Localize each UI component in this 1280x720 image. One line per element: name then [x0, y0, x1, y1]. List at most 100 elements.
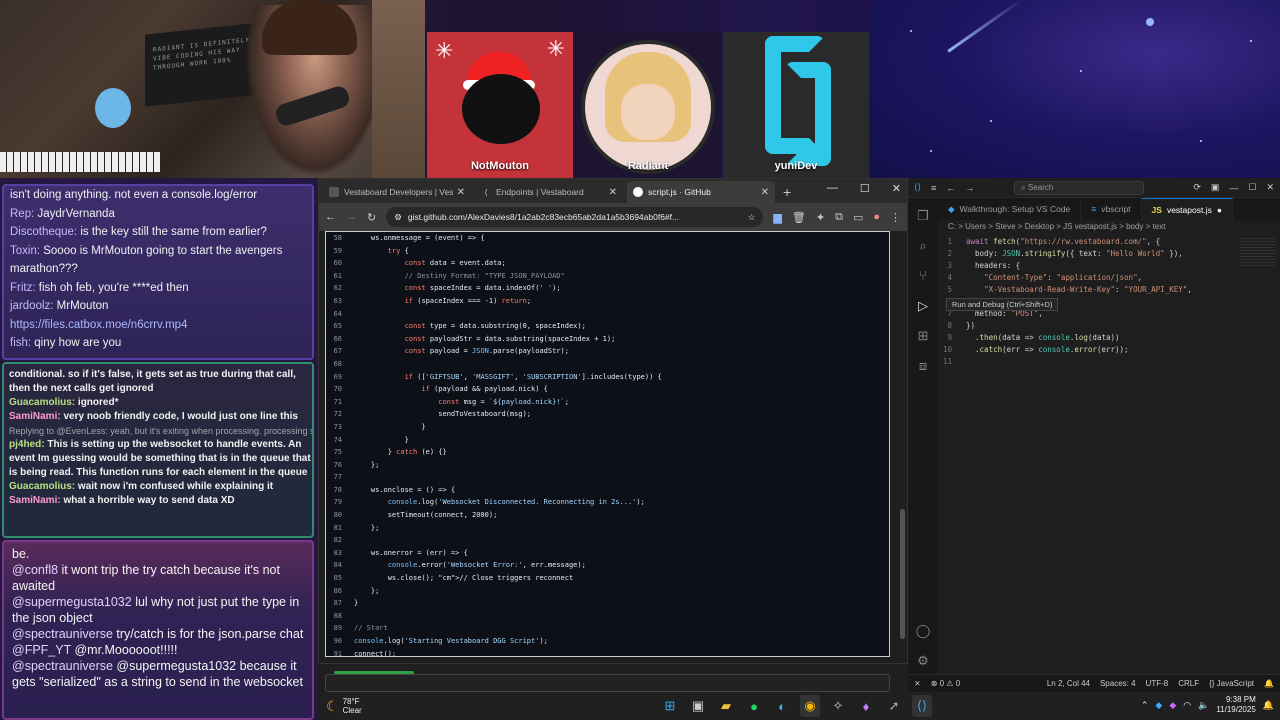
extension-icon[interactable]: ▆ — [773, 211, 781, 224]
edge-icon[interactable]: ◐ — [772, 695, 792, 717]
code-text: }; — [354, 586, 380, 595]
copilot-icon[interactable]: ⟳ — [1193, 182, 1201, 193]
language-mode[interactable]: {} JavaScript — [1209, 679, 1254, 688]
new-tab-button[interactable]: + — [783, 184, 791, 200]
chat-username: SamiNami: — [9, 495, 61, 506]
code-line: 58 ws.onmessage = (event) => { — [326, 232, 889, 245]
command-search[interactable]: ⌕ Search — [1014, 180, 1145, 195]
chrome-icon[interactable]: ◉ — [800, 695, 820, 717]
close-icon[interactable]: ✕ — [761, 187, 769, 198]
cursor-position[interactable]: Ln 2, Col 44 — [1047, 679, 1090, 688]
line-ending[interactable]: CRLF — [1178, 679, 1199, 688]
run-debug-icon[interactable]: ▷ — [915, 298, 931, 314]
layout-icon[interactable]: ▣ — [1211, 182, 1220, 193]
tray-icon[interactable]: ◆ — [1155, 700, 1162, 711]
explorer-icon[interactable]: ❐ — [915, 208, 931, 224]
address-bar[interactable]: ⚙ gist.github.com/AlexDavies8/1a2ab2c83e… — [386, 207, 764, 227]
chat-username: Fritz: — [10, 281, 36, 294]
vscode-titlebar: ⟨⟩ ≡ ← → ⌕ Search ⟳ ▣ — ☐ ✕ — [908, 178, 1280, 198]
site-info-icon[interactable]: ⚙ — [394, 212, 402, 223]
extensions-icon[interactable]: ⊞ — [915, 328, 931, 344]
browser-tab[interactable]: ⟨ Endpoints | Vestaboard ✕ — [475, 181, 623, 203]
back-icon[interactable]: ← — [946, 183, 955, 193]
extension-icon[interactable]: ✦ — [816, 211, 825, 224]
minimize-icon[interactable]: — — [827, 182, 838, 195]
browser-tab[interactable]: Vestaboard Developers | Vesta ✕ — [323, 181, 471, 203]
puzzle-icon[interactable]: ⧉ — [835, 211, 843, 224]
system-tray: ⌃ ◆ ◆ ◠ 🔈 9:38 PM 11/19/2025 🔔 — [1141, 695, 1274, 715]
speaker-icon[interactable]: 🔈 — [1198, 700, 1209, 711]
bookmark-star-icon[interactable]: ☆ — [748, 212, 756, 223]
weather-widget[interactable]: ☾ 78°F Clear — [326, 697, 446, 715]
menu-icon[interactable]: ⋮ — [890, 211, 901, 224]
code-line: 3 headers: { — [938, 260, 1278, 272]
back-icon[interactable]: ← — [325, 211, 336, 223]
menu-icon[interactable]: ≡ — [931, 183, 936, 193]
start-icon[interactable]: ⊞ — [660, 695, 680, 717]
temperature: 78°F — [342, 697, 360, 706]
gist-comment-panel — [325, 674, 890, 692]
chat-username: Guacamolius: — [9, 397, 76, 408]
forward-icon[interactable]: → — [346, 211, 357, 223]
encoding[interactable]: UTF-8 — [1146, 679, 1169, 688]
search-icon[interactable]: ⌕ — [915, 238, 931, 254]
maximize-icon[interactable]: ☐ — [1248, 182, 1256, 193]
code-line: 10 .catch(err => console.error(err)); — [938, 344, 1278, 356]
indentation[interactable]: Spaces: 4 — [1100, 679, 1136, 688]
minimize-icon[interactable]: — — [1229, 183, 1238, 193]
browser-tab-active[interactable]: script.js · GitHub ✕ — [627, 181, 775, 203]
maximize-icon[interactable]: ☐ — [860, 182, 870, 195]
file-explorer-icon[interactable]: ▰ — [716, 695, 736, 717]
steam-icon[interactable]: ➚ — [884, 695, 904, 717]
code-text: ws.close(); "cm">// Close triggers recon… — [354, 574, 574, 583]
breadcrumb[interactable]: C: > Users > Steve > Desktop > JS vestap… — [938, 222, 1280, 236]
profile-avatar[interactable]: ● — [873, 211, 880, 223]
chat-text: very noob friendly code, I would just on… — [60, 411, 298, 422]
vscode-logo-icon: ⟨⟩ — [914, 182, 922, 192]
settings-gear-icon[interactable]: ⚙ — [915, 653, 931, 669]
clock[interactable]: 9:38 PM 11/19/2025 — [1216, 695, 1255, 715]
participant-tile-radiant: Radiant — [575, 32, 721, 178]
code-line: 74 } — [326, 434, 889, 447]
unsaved-dot-icon[interactable]: ● — [1217, 205, 1222, 215]
close-icon[interactable]: ✕ — [609, 187, 617, 198]
code-text: } — [354, 599, 359, 608]
forward-icon[interactable]: → — [965, 183, 974, 193]
close-icon[interactable]: ✕ — [457, 187, 465, 198]
chat-link[interactable]: https://files.catbox.moe/n6crrv.mp4 — [10, 319, 187, 331]
tab-title: vestapost.js — [1166, 204, 1212, 215]
code-text: body: JSON.stringify({ text: "Hello Worl… — [966, 249, 1183, 258]
chevron-up-icon[interactable]: ⌃ — [1141, 700, 1149, 711]
app-icon[interactable]: ✧ — [828, 695, 848, 717]
scrollbar[interactable] — [900, 509, 905, 639]
tab-vbscript[interactable]: ≡ vbscript — [1081, 198, 1142, 220]
remote-indicator-icon[interactable]: ⨯ — [914, 679, 921, 688]
trash-icon[interactable]: 🗑 — [792, 211, 806, 224]
plush-toy — [95, 88, 131, 128]
code-text: connect(); — [354, 649, 397, 657]
notifications-icon[interactable]: 🔔 — [1263, 700, 1274, 711]
code-text: if (spaceIndex === -1) return; — [404, 296, 532, 305]
reload-icon[interactable]: ↻ — [367, 211, 376, 224]
minimap[interactable] — [1240, 238, 1276, 268]
account-icon[interactable]: ◯ — [915, 623, 931, 639]
app-icon[interactable]: ♦ — [856, 695, 876, 717]
task-view-icon[interactable]: ▣ — [688, 695, 708, 717]
code-line: 84 console.error('Websocket Error:', err… — [326, 559, 889, 572]
source-control-icon[interactable]: ⑂ — [915, 268, 931, 284]
problems-count[interactable]: ⊗ 0 ⚠ 0 — [931, 679, 960, 688]
notifications-bell-icon[interactable]: 🔔 — [1264, 679, 1274, 688]
close-icon[interactable]: ✕ — [892, 182, 901, 195]
tray-icon[interactable]: ◆ — [1169, 700, 1176, 711]
cast-icon[interactable]: ▭ — [853, 211, 863, 224]
avatar-face — [621, 84, 675, 140]
tab-walkthrough[interactable]: ◆ Walkthrough: Setup VS Code — [938, 198, 1082, 220]
remote-icon[interactable]: ⧈ — [915, 358, 931, 374]
wifi-icon[interactable]: ◠ — [1183, 700, 1191, 711]
tab-vestapost[interactable]: JS vestapost.js ● — [1141, 198, 1233, 220]
spotify-icon[interactable]: ● — [744, 695, 764, 717]
github-icon — [633, 187, 643, 197]
chrome-lower-strip — [318, 664, 908, 692]
close-icon[interactable]: ✕ — [1266, 182, 1274, 193]
vscode-icon[interactable]: ⟨⟩ — [912, 695, 932, 717]
